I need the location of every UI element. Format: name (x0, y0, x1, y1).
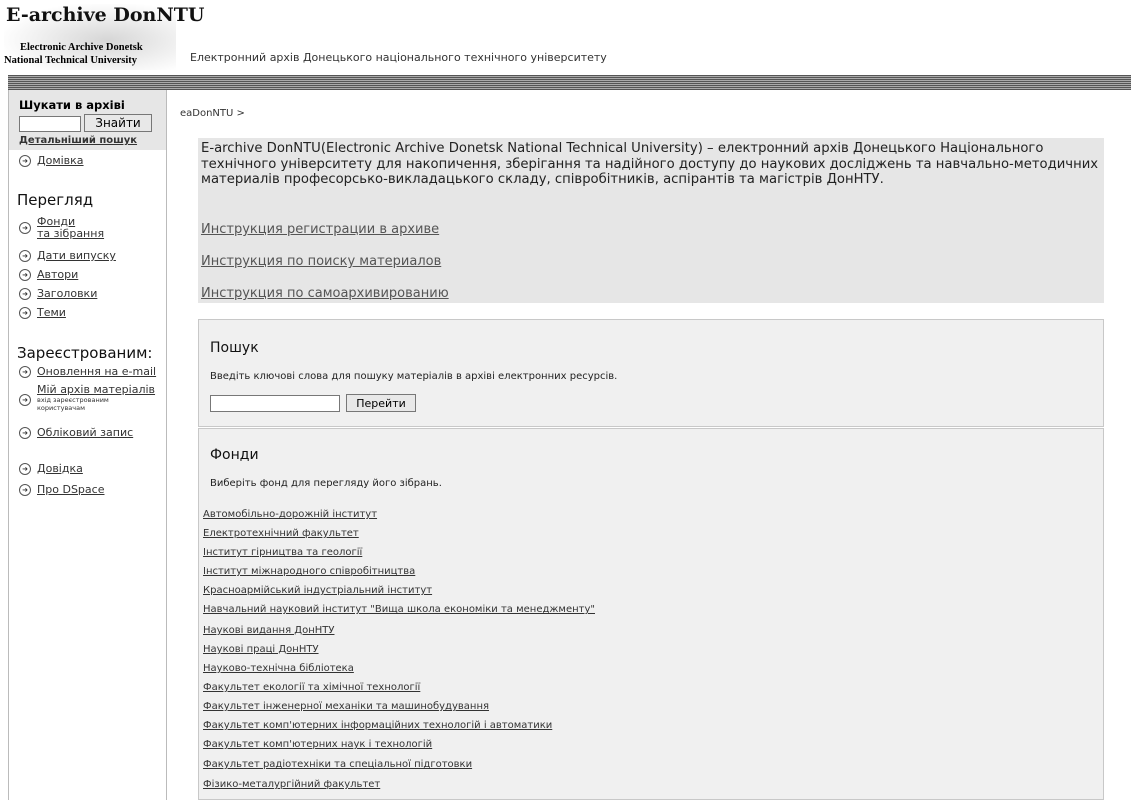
site-tagline: Електронний архів Донецького національно… (190, 51, 607, 64)
sidebar-item-communities[interactable]: ➜ Фонди та зібрання (19, 216, 104, 240)
arrow-circle-icon: ➜ (19, 307, 31, 319)
community-link[interactable]: Красноармійський індустріальний інститут (203, 585, 432, 596)
arrow-circle-icon: ➜ (19, 222, 31, 234)
community-link[interactable]: Факультет радіотехніки та спеціальної пі… (203, 759, 472, 770)
arrow-circle-icon: ➜ (19, 250, 31, 262)
breadcrumb[interactable]: eaDonNTU > (180, 108, 245, 119)
sidebar-item-authors[interactable]: ➜ Автори (19, 268, 78, 281)
site-header: E-archive DonNTU Electronic Archive Done… (0, 0, 1131, 72)
sidebar-item-titles-label[interactable]: Заголовки (37, 287, 97, 300)
sidebar-search-button[interactable]: Знайти (84, 114, 152, 132)
community-link[interactable]: Науково-технічна бібліотека (203, 663, 354, 674)
search-panel-title: Пошук (210, 340, 259, 356)
sidebar-item-authors-label[interactable]: Автори (37, 268, 78, 281)
search-panel: Пошук Введіть ключові слова для пошуку м… (198, 319, 1104, 427)
arrow-circle-icon: ➜ (19, 155, 31, 167)
arrow-circle-icon: ➜ (19, 463, 31, 475)
logo-subtitle-line2: National Technical University (4, 55, 138, 66)
arrow-circle-icon: ➜ (19, 484, 31, 496)
community-link[interactable]: Навчальний науковий інститут "Вища школа… (203, 604, 595, 615)
sidebar-item-home-label[interactable]: Домівка (37, 154, 84, 167)
logo-subtitle-line1: Electronic Archive Donetsk (20, 42, 143, 53)
header-divider-bar (8, 75, 1131, 90)
arrow-circle-icon: ➜ (19, 366, 31, 378)
logo-title: E-archive DonNTU (6, 4, 205, 26)
advanced-search-link[interactable]: Детальніший пошук (19, 135, 137, 146)
intro-text: E-archive DonNTU(Electronic Archive Done… (201, 141, 1099, 187)
community-link[interactable]: Факультет комп'ютерних наук і технологій (203, 739, 432, 750)
sidebar-item-subjects-label[interactable]: Теми (37, 306, 66, 319)
arrow-circle-icon: ➜ (19, 394, 31, 406)
communities-panel-description: Виберіть фонд для перегляду його зібрань… (210, 478, 442, 489)
sidebar-item-collections-label[interactable]: та зібрання (37, 228, 104, 240)
community-link[interactable]: Наукові видання ДонНТУ (203, 625, 334, 636)
sidebar-item-my-archive[interactable]: ➜ Мій архів матеріалів вхід зареєстрован… (19, 384, 155, 412)
login-note-line2: користувачам (37, 404, 86, 412)
sidebar-search-input[interactable] (19, 116, 81, 132)
sidebar-item-dates-label[interactable]: Дати випуску (37, 249, 116, 262)
sidebar-item-home[interactable]: ➜ Домівка (19, 154, 84, 167)
site-logo[interactable]: E-archive DonNTU Electronic Archive Done… (4, 4, 204, 70)
sidebar-item-my-archive-label[interactable]: Мій архів матеріалів (37, 384, 155, 396)
sidebar-item-titles[interactable]: ➜ Заголовки (19, 287, 97, 300)
registration-instruction-link[interactable]: Инструкция регистрации в архиве (201, 222, 439, 237)
arrow-circle-icon: ➜ (19, 269, 31, 281)
community-link[interactable]: Факультет екології та хімічної технологі… (203, 682, 420, 693)
sidebar-item-email-updates[interactable]: ➜ Оновлення на e-mail (19, 365, 156, 378)
community-link[interactable]: Інститут міжнародного співробітництва (203, 566, 415, 577)
community-link[interactable]: Інститут гірництва та геології (203, 547, 362, 558)
search-panel-description: Введіть ключові слова для пошуку матеріа… (210, 371, 618, 382)
community-link[interactable]: Автомобільно-дорожній інститут (203, 509, 377, 520)
sidebar-item-help[interactable]: ➜ Довідка (19, 462, 83, 475)
community-link[interactable]: Наукові праці ДонНТУ (203, 644, 319, 655)
sidebar: Шукати в архіві Знайти Детальніший пошук… (8, 90, 167, 800)
sidebar-item-subjects[interactable]: ➜ Теми (19, 306, 66, 319)
search-query-input[interactable] (210, 395, 340, 412)
communities-panel-title: Фонди (210, 447, 259, 463)
arrow-circle-icon: ➜ (19, 288, 31, 300)
registered-heading: Зареєстрованим: (17, 344, 153, 362)
community-link[interactable]: Фізико-металургійний факультет (203, 779, 380, 790)
sidebar-item-dates[interactable]: ➜ Дати випуску (19, 249, 116, 262)
sidebar-item-account-label[interactable]: Обліковий запис (37, 426, 133, 439)
login-note-line1: вхід зареєстрованим (37, 396, 109, 404)
search-go-button[interactable]: Перейти (346, 394, 416, 412)
intro-box: E-archive DonNTU(Electronic Archive Done… (198, 138, 1104, 303)
sidebar-item-email-updates-label[interactable]: Оновлення на e-mail (37, 365, 156, 378)
sidebar-item-about[interactable]: ➜ Про DSpace (19, 483, 104, 496)
community-link[interactable]: Факультет комп'ютерних інформаційних тех… (203, 720, 552, 731)
sidebar-item-help-label[interactable]: Довідка (37, 462, 83, 475)
communities-panel: Фонди Виберіть фонд для перегляду його з… (198, 428, 1104, 800)
sidebar-search-label: Шукати в архіві (19, 98, 125, 112)
sidebar-item-account[interactable]: ➜ Обліковий запис (19, 426, 133, 439)
self-archiving-instruction-link[interactable]: Инструкция по самоархивированию (201, 286, 449, 301)
sidebar-search-box: Шукати в архіві Знайти Детальніший пошук (9, 90, 166, 150)
arrow-circle-icon: ➜ (19, 427, 31, 439)
community-link[interactable]: Факультет інженерної механіки та машиноб… (203, 701, 489, 712)
search-instruction-link[interactable]: Инструкция по поиску материалов (201, 254, 441, 269)
community-link[interactable]: Електротехнічний факультет (203, 528, 359, 539)
browse-heading: Перегляд (17, 191, 94, 209)
sidebar-item-about-label[interactable]: Про DSpace (37, 483, 104, 496)
